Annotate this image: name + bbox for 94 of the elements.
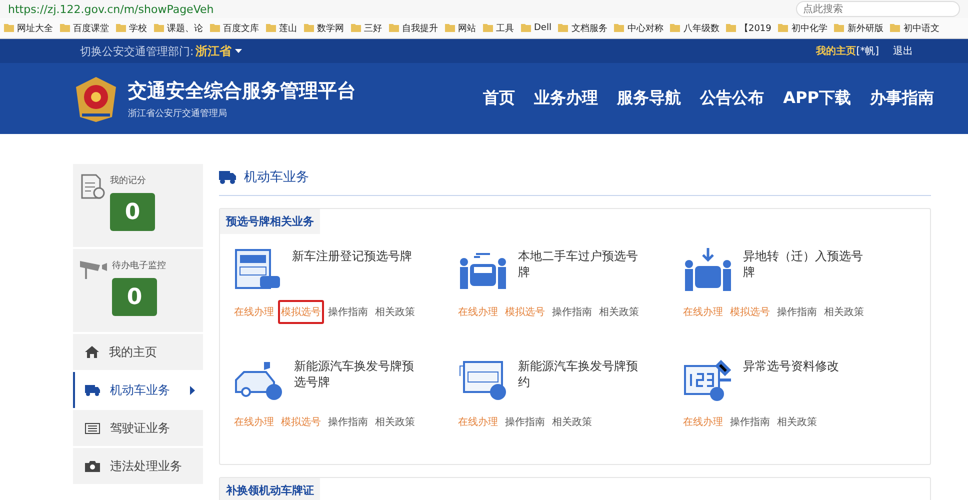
folder-icon [4,24,14,32]
card-tab[interactable]: 预选号牌相关业务 [220,209,320,234]
service-link[interactable]: 相关政策 [372,410,418,434]
service-title: 新能源汽车换发号牌预选号牌 [294,358,414,391]
site-title: 交通安全综合服务管理平台 [128,78,356,104]
bookmark[interactable]: 新外研版 [834,22,884,34]
search-field[interactable]: 点此搜索 [796,1,960,17]
bookmark[interactable]: 中心对称 [614,22,664,34]
folder-icon [521,24,531,32]
bookmark[interactable]: 百度课堂 [60,22,109,34]
folder-icon [890,24,900,32]
bookmark[interactable]: 网址大全 [4,22,53,34]
folder-icon [614,24,624,32]
nav-link[interactable]: APP下载 [783,88,851,109]
nav-link[interactable]: 业务办理 [534,88,598,109]
service-link[interactable]: 相关政策 [549,410,595,434]
bookmark[interactable]: 工具 [483,22,514,34]
logout-link[interactable]: 退出 [893,44,913,58]
folder-icon [778,24,788,32]
sidebar-item[interactable]: 驾驶证业务 [73,410,203,446]
folder-icon [154,24,164,32]
folder-icon [351,24,361,32]
folder-icon [726,24,736,32]
plate-document-icon [234,248,282,292]
service-title: 异常选号资料修改 [743,358,840,375]
caret-right-icon [190,386,195,394]
user-name: [*帆] [856,45,879,58]
folder-icon [483,24,493,32]
people-car-arrow-icon [683,248,733,292]
truck-icon [85,384,100,396]
bookmark[interactable]: 文档服务 [558,22,608,34]
folder-icon [210,24,220,32]
bookmark[interactable]: 网站 [445,22,476,34]
bookmark[interactable]: 学校 [116,22,147,34]
truck-icon [219,170,236,184]
section-title: 机动车业务 [244,169,309,186]
card-icon [85,422,100,434]
bookmark[interactable]: 百度文库 [210,22,259,34]
bookmark[interactable]: 八年级数 [670,22,720,34]
sidebar-item[interactable]: 我的主页 [73,334,203,370]
service-link[interactable]: 相关政策 [821,300,867,324]
service-link[interactable]: 操作指南 [549,300,595,324]
service-link[interactable]: 相关政策 [372,300,418,324]
home-link[interactable]: 我的主页 [816,44,856,58]
house-icon [85,346,99,358]
folder-icon [445,24,455,32]
score-label: 待办电子监控 [112,260,166,272]
document-pen-icon [80,174,106,200]
sidebar-item[interactable]: 违法处理业务 [73,448,203,484]
bookmark[interactable]: 【2019 [726,22,772,34]
card-tab[interactable]: 补换领机动车牌证 [220,478,320,500]
bookmark[interactable]: 初中化学 [778,22,828,34]
service-link[interactable]: 相关政策 [596,300,642,324]
score-label: 我的记分 [110,174,147,187]
service-link[interactable]: 操作指南 [502,410,548,434]
folder-icon [266,24,276,32]
url-text[interactable]: https://zj.122.gov.cn/m/showPageVeh [8,2,788,16]
camera-icon [85,460,100,472]
bookmark[interactable]: Dell [521,23,552,33]
service-link[interactable]: 操作指南 [325,410,371,434]
service-link[interactable]: 操作指南 [727,410,773,434]
bookmark[interactable]: 自我提升 [389,22,438,34]
folder-icon [389,24,399,32]
bookmark[interactable]: 课题、论 [154,22,203,34]
service-title: 新车注册登记预选号牌 [292,248,412,265]
bookmark[interactable]: 数学网 [304,22,344,34]
service-link[interactable]: 操作指南 [774,300,820,324]
site-subtitle: 浙江省公安厅交通管理局 [128,108,228,120]
nav-link[interactable]: 首页 [483,88,516,109]
region-dropdown[interactable]: 浙江省 [196,42,242,60]
score-value: 0 [110,193,155,231]
service-title: 本地二手车过户预选号牌 [518,248,638,281]
folder-icon [670,24,680,32]
license-plate-icon [458,358,508,402]
bookmark[interactable]: 莲山 [266,22,297,34]
folder-icon [60,24,70,32]
number-card-gavel-icon [683,358,733,402]
folder-icon [304,24,314,32]
bookmark[interactable]: 三好 [351,22,382,34]
service-link[interactable]: 操作指南 [325,300,371,324]
bookmark[interactable]: 初中语文 [890,22,940,34]
nav-link[interactable]: 公告公布 [700,88,764,109]
service-link[interactable]: 相关政策 [774,410,820,434]
folder-icon [834,24,844,32]
folder-icon [558,24,568,32]
caret-icon [234,49,242,53]
nav-link[interactable]: 办事指南 [870,88,934,109]
service-title: 新能源汽车换发号牌预约 [518,358,638,391]
service-title: 异地转（迁）入预选号牌 [743,248,863,281]
department-label: 切换公安交通管理部门: [80,44,194,58]
score-value: 0 [112,278,157,316]
folder-icon [116,24,126,32]
nav-link[interactable]: 服务导航 [617,88,682,109]
camera-pole-icon [80,259,108,279]
